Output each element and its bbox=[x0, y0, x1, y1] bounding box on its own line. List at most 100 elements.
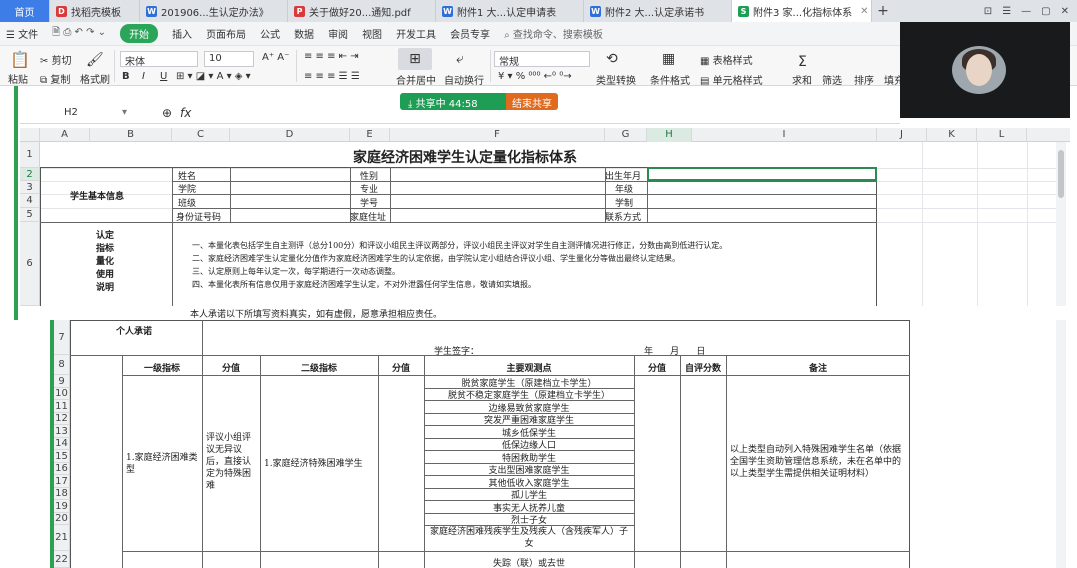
row-header-7[interactable]: 7 bbox=[54, 320, 70, 355]
tab-doc-3[interactable]: W 附件2 大...认定承诺书 bbox=[584, 0, 732, 22]
row-header-16[interactable]: 16 bbox=[54, 463, 70, 475]
menu-data[interactable]: 数据 bbox=[294, 26, 314, 41]
wrap-text-button[interactable]: 自动换行 bbox=[444, 72, 484, 87]
row-header-8[interactable]: 8 bbox=[54, 355, 70, 375]
number-format-icons[interactable]: ¥ ▾ % ⁰⁰⁰ ←⁰ ⁰→ bbox=[498, 71, 572, 82]
font-grow-icon[interactable]: A⁺ A⁻ bbox=[262, 52, 289, 63]
paste-button[interactable]: 粘贴 bbox=[8, 71, 28, 86]
menu-review[interactable]: 审阅 bbox=[328, 26, 348, 41]
row-header-5[interactable]: 5 bbox=[20, 208, 40, 222]
italic-button[interactable]: I bbox=[142, 71, 145, 82]
row-header-21[interactable]: 21 bbox=[54, 525, 70, 551]
align-icons-bottom[interactable]: ≡ ≡ ≡ ☰ ☰ bbox=[304, 71, 360, 82]
menu-formula[interactable]: 公式 bbox=[260, 26, 280, 41]
tab-doc-2[interactable]: W 附件1 大...认定申请表 bbox=[436, 0, 584, 22]
menu-developer[interactable]: 开发工具 bbox=[396, 26, 436, 41]
row-header-3[interactable]: 3 bbox=[20, 181, 40, 194]
minimize-icon[interactable]: — bbox=[1021, 6, 1031, 17]
search-command[interactable]: ⌕ 查找命令、搜索模板 bbox=[504, 26, 603, 41]
fx-icon[interactable]: fx bbox=[180, 106, 191, 120]
col-header-k[interactable]: K bbox=[927, 128, 977, 142]
row-header-6[interactable]: 6 bbox=[20, 222, 40, 306]
format-painter-button[interactable]: 格式刷 bbox=[80, 71, 110, 86]
convert-icon[interactable]: ⟲ bbox=[606, 51, 618, 67]
row-header-9[interactable]: 9 bbox=[54, 375, 70, 388]
menu-member[interactable]: 会员专享 bbox=[450, 26, 490, 41]
row-header-19[interactable]: 19 bbox=[54, 500, 70, 513]
tab-pdf[interactable]: P 关于做好20...通知.pdf bbox=[288, 0, 436, 22]
share-timer: ⤓ 共享中 44:58 bbox=[400, 93, 506, 110]
menu-icon[interactable]: ☰ bbox=[1002, 6, 1011, 17]
col-header-b[interactable]: B bbox=[90, 128, 172, 142]
layout-icon[interactable]: ⊡ bbox=[984, 6, 992, 17]
menu-page-layout[interactable]: 页面布局 bbox=[206, 26, 246, 41]
row-header-15[interactable]: 15 bbox=[54, 450, 70, 463]
zoom-icon[interactable]: ⊕ bbox=[162, 106, 172, 120]
close-window-icon[interactable]: ✕ bbox=[1061, 6, 1069, 17]
border-color-icons[interactable]: ⊞ ▾ ◪ ▾ A ▾ ◈ ▾ bbox=[176, 71, 251, 82]
type-convert-button[interactable]: 类型转换 bbox=[596, 72, 636, 87]
col-header-c[interactable]: C bbox=[172, 128, 230, 142]
font-size-select[interactable]: 10 bbox=[204, 51, 254, 67]
vertical-scrollbar[interactable] bbox=[1056, 320, 1066, 568]
row-header-2[interactable]: 2 bbox=[20, 168, 40, 181]
tab-sheet-active[interactable]: S 附件3 家...化指标体系 ✕ bbox=[732, 0, 872, 22]
row-header-17[interactable]: 17 bbox=[54, 475, 70, 488]
sigma-icon[interactable]: Σ bbox=[798, 54, 807, 70]
col-header-g[interactable]: G bbox=[605, 128, 647, 142]
tab-doc-1[interactable]: W 201906...生认定办法》 bbox=[140, 0, 288, 22]
col-header-l[interactable]: L bbox=[977, 128, 1027, 142]
col-header-i[interactable]: I bbox=[692, 128, 877, 142]
underline-button[interactable]: U bbox=[160, 71, 167, 82]
col-header-h[interactable]: H bbox=[647, 128, 692, 142]
cond-format-button[interactable]: 条件格式 bbox=[650, 72, 690, 87]
col-header-d[interactable]: D bbox=[230, 128, 350, 142]
merge-center-icon[interactable]: ⊞ bbox=[398, 48, 432, 70]
tab-template[interactable]: D 找稻壳模板 bbox=[50, 0, 140, 22]
font-name-select[interactable]: 宋体 bbox=[120, 51, 198, 68]
tab-home[interactable]: 首页 bbox=[0, 0, 50, 22]
row-header-18[interactable]: 18 bbox=[54, 488, 70, 500]
row-header-4[interactable]: 4 bbox=[20, 194, 40, 208]
table-style-button[interactable]: ▦ 表格样式 bbox=[700, 52, 753, 67]
new-tab-button[interactable]: + bbox=[872, 0, 894, 22]
row-header-12[interactable]: 12 bbox=[54, 413, 70, 425]
end-share-button[interactable]: 结束共享 bbox=[506, 93, 558, 110]
menu-view[interactable]: 视图 bbox=[362, 26, 382, 41]
row-header-11[interactable]: 11 bbox=[54, 400, 70, 413]
select-all-corner[interactable] bbox=[20, 128, 40, 142]
scrollbar-thumb[interactable] bbox=[1058, 150, 1064, 198]
col-header-a[interactable]: A bbox=[40, 128, 90, 142]
row-header-22[interactable]: 22 bbox=[54, 551, 70, 568]
selected-cell-h2[interactable] bbox=[647, 167, 877, 181]
table-grid-icon[interactable]: ▦ bbox=[662, 51, 675, 67]
menu-file[interactable]: ☰ 文件 bbox=[6, 26, 38, 41]
chevron-down-icon[interactable]: ▾ bbox=[122, 107, 127, 118]
col-header-f[interactable]: F bbox=[390, 128, 605, 142]
brush-icon[interactable]: 🖌 bbox=[86, 52, 104, 68]
filter-button[interactable]: 筛选 bbox=[822, 72, 842, 87]
row-header-10[interactable]: 10 bbox=[54, 388, 70, 400]
copy-button[interactable]: ⧉ 复制 bbox=[40, 71, 70, 86]
row-header-13[interactable]: 13 bbox=[54, 425, 70, 438]
menu-insert[interactable]: 插入 bbox=[172, 26, 192, 41]
wrap-icon[interactable]: ⤶ bbox=[456, 51, 464, 67]
bold-button[interactable]: B bbox=[122, 71, 130, 82]
paste-icon[interactable]: 📋 bbox=[10, 50, 30, 69]
row-header-20[interactable]: 20 bbox=[54, 513, 70, 525]
row-header-14[interactable]: 14 bbox=[54, 438, 70, 450]
cell-style-button[interactable]: ▤ 单元格样式 bbox=[700, 72, 763, 87]
cut-button[interactable]: ✂ 剪切 bbox=[40, 52, 72, 67]
sort-button[interactable]: 排序 bbox=[854, 72, 874, 87]
merge-center-button[interactable]: 合并居中 bbox=[396, 72, 436, 87]
col-header-e[interactable]: E bbox=[350, 128, 390, 142]
close-icon[interactable]: ✕ bbox=[860, 6, 868, 17]
align-icons-top[interactable]: ≡ ≡ ≡ ⇤ ⇥ bbox=[304, 51, 359, 62]
maximize-icon[interactable]: ▢ bbox=[1041, 6, 1050, 17]
cell-reference[interactable]: H2 bbox=[64, 107, 78, 118]
sum-button[interactable]: 求和 bbox=[792, 72, 812, 87]
number-format-select[interactable]: 常规 bbox=[494, 51, 590, 68]
menu-start[interactable]: 开始 bbox=[120, 24, 159, 43]
col-header-j[interactable]: J bbox=[877, 128, 927, 142]
row-header-1[interactable]: 1 bbox=[20, 142, 40, 168]
